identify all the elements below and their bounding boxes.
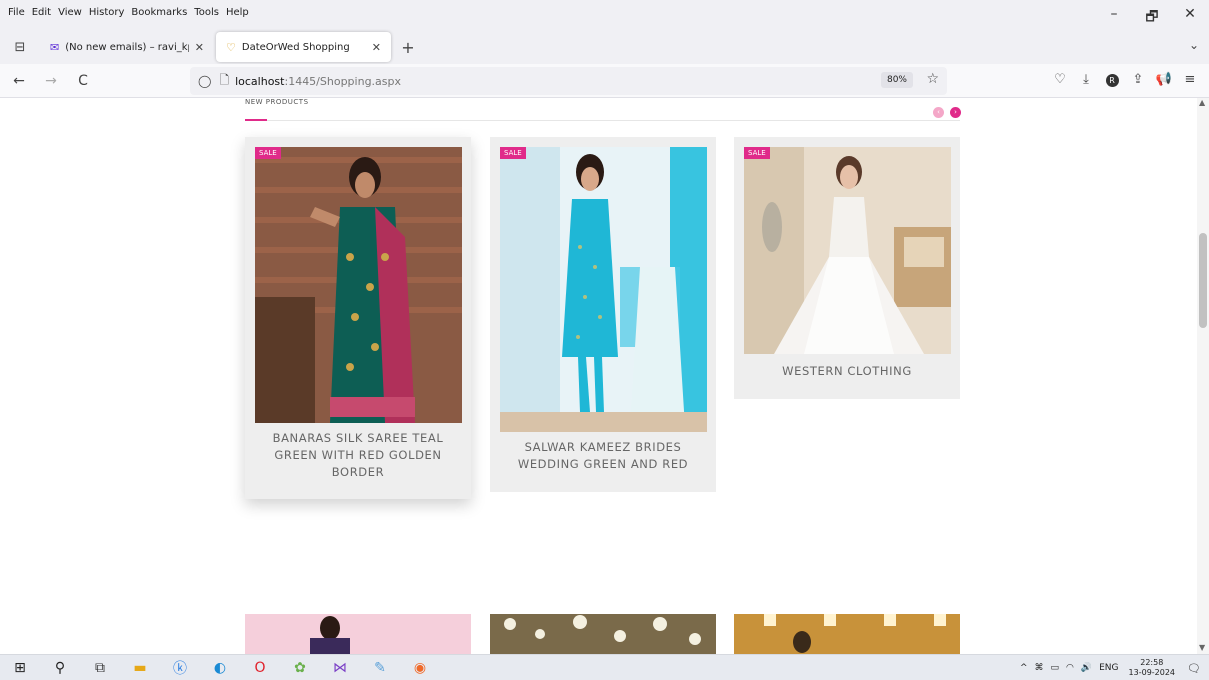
product-name[interactable]: BANARAS SILK SAREE TEAL GREEN WITH RED G… [245, 430, 471, 481]
scrollbar-thumb[interactable] [1199, 233, 1207, 328]
product-card[interactable]: SALE SALWAR KAMEEZ BRIDES WEDDING GREEN … [490, 137, 716, 492]
visual-studio-icon[interactable]: ⋈ [320, 660, 360, 676]
product-image-salwar[interactable] [500, 147, 707, 432]
window-controls: – 🗗 ✕ [1095, 6, 1209, 30]
close-tab-icon[interactable]: ✕ [195, 41, 204, 54]
page-content: NEW PRODUCTS ‹ › SALE BANARAS SILK SAREE… [0, 98, 1197, 654]
menu-file[interactable]: File [8, 7, 25, 18]
file-explorer-icon[interactable]: ▬ [120, 660, 160, 676]
navigation-bar: ← → C ◯ 🗋 localhost :1445/Shopping.aspx … [0, 64, 1209, 98]
pocket-icon[interactable]: ♡ [1047, 72, 1073, 87]
hamburger-menu-icon[interactable]: ≡ [1177, 72, 1203, 87]
menu-view[interactable]: View [58, 7, 82, 18]
task-view-icon[interactable]: ⧉ [80, 660, 120, 676]
section-accent-line [245, 119, 267, 121]
firefox-icon[interactable]: ◉ [400, 660, 440, 676]
new-tab-button[interactable]: + [393, 38, 423, 57]
chevron-down-icon[interactable]: ⌄ [1189, 38, 1199, 52]
tray-chevron-icon[interactable]: ^ [1020, 663, 1028, 673]
notification-icon[interactable]: 🗨 [1187, 662, 1201, 675]
sale-badge: SALE [255, 147, 281, 159]
menu-bar: File Edit View History Bookmarks Tools H… [0, 0, 1209, 30]
clock-date: 13-09-2024 [1128, 668, 1176, 677]
product-card[interactable]: SALE WESTERN CLOTHING [734, 137, 960, 399]
forward-button[interactable]: → [38, 73, 64, 89]
windows-taskbar: ⊞ ⚲ ⧉ ▬ ⓚ ◐ O ✿ ⋈ ✎ ◉ ^ ⌘ ▭ ◠ 🔊 ENG 22:5… [0, 654, 1209, 680]
back-button[interactable]: ← [6, 73, 32, 89]
clock[interactable]: 22:58 13-09-2024 [1129, 658, 1176, 678]
clock-time: 22:58 [1140, 658, 1164, 667]
toolbar-icons: ♡ ⤓ R ⇪ 📢 ≡ [1047, 72, 1203, 87]
sale-badge: SALE [744, 147, 770, 159]
sale-badge: SALE [500, 147, 526, 159]
url-path: :1445/Shopping.aspx [284, 74, 402, 88]
edge-icon[interactable]: ◐ [200, 660, 240, 676]
close-tab-icon[interactable]: ✕ [372, 41, 381, 54]
tab-shopping[interactable]: ♡ DateOrWed Shopping ✕ [216, 32, 391, 62]
menu-bookmarks[interactable]: Bookmarks [131, 7, 187, 18]
close-window-button[interactable]: ✕ [1171, 6, 1209, 30]
shield-icon[interactable]: ◯ [198, 74, 211, 88]
vertical-scrollbar[interactable]: ▲ ▼ [1197, 98, 1209, 654]
share-icon[interactable]: ⇪ [1125, 72, 1151, 87]
tab-bar: ⊟ ✉ (No new emails) – ravi_kp_com ✕ ♡ Da… [0, 30, 1209, 64]
minimize-button[interactable]: – [1095, 6, 1133, 30]
battery-icon[interactable]: ▭ [1051, 663, 1060, 673]
url-host: localhost [235, 74, 285, 88]
heart-icon: ♡ [226, 40, 236, 54]
carousel-prev-button[interactable]: ‹ [933, 107, 944, 118]
product-card[interactable]: SALE BANARAS SILK SAREE TEAL GREEN WITH … [245, 137, 471, 499]
mail-icon: ✉ [50, 40, 60, 54]
product-image-western[interactable] [744, 147, 951, 354]
system-tray: ^ ⌘ ▭ ◠ 🔊 ENG 22:58 13-09-2024 🗨 [1013, 658, 1201, 678]
product-image-saree[interactable] [255, 147, 462, 423]
tab-shopping-label: DateOrWed Shopping [241, 41, 350, 53]
url-bar[interactable]: ◯ 🗋 localhost :1445/Shopping.aspx 80% ☆ [190, 67, 947, 95]
section-title: NEW PRODUCTS [245, 98, 309, 106]
language-indicator[interactable]: ENG [1099, 663, 1118, 673]
product-image-partial[interactable] [490, 614, 716, 654]
scroll-down-icon[interactable]: ▼ [1199, 643, 1205, 652]
page-icon: 🗋 [219, 72, 230, 87]
k-app-icon[interactable]: ⓚ [160, 658, 200, 678]
paint-icon[interactable]: ✿ [280, 660, 320, 676]
product-name[interactable]: SALWAR KAMEEZ BRIDES WEDDING GREEN AND R… [490, 439, 716, 473]
tab-list-icon[interactable]: ⊟ [0, 40, 40, 55]
zoom-level[interactable]: 80% [880, 72, 913, 88]
megaphone-icon[interactable]: 📢 [1151, 72, 1177, 87]
product-image-partial[interactable] [245, 614, 471, 654]
profile-badge: R [1105, 74, 1119, 87]
tool-icon[interactable]: ✎ [360, 660, 400, 676]
carousel-next-button[interactable]: › [950, 107, 961, 118]
scroll-up-icon[interactable]: ▲ [1199, 98, 1205, 107]
reload-button[interactable]: C [70, 73, 96, 89]
menu-edit[interactable]: Edit [32, 7, 51, 18]
menu-help[interactable]: Help [226, 7, 249, 18]
network-icon[interactable]: ⌘ [1035, 663, 1044, 673]
tab-email-label: (No new emails) – ravi_kp_com [65, 41, 189, 53]
menu-history[interactable]: History [89, 7, 125, 18]
volume-icon[interactable]: 🔊 [1081, 663, 1092, 673]
restore-button[interactable]: 🗗 [1133, 6, 1171, 30]
download-icon[interactable]: ⤓ [1073, 72, 1099, 87]
menu-tools[interactable]: Tools [194, 7, 219, 18]
profile-icon[interactable]: R [1099, 72, 1125, 87]
search-icon[interactable]: ⚲ [40, 660, 80, 676]
wifi-icon[interactable]: ◠ [1066, 663, 1074, 673]
product-image-partial[interactable] [734, 614, 960, 654]
section-divider [245, 120, 960, 121]
opera-icon[interactable]: O [240, 660, 280, 676]
windows-start-icon[interactable]: ⊞ [0, 660, 40, 676]
bookmark-star-icon[interactable]: ☆ [926, 71, 939, 87]
tab-email[interactable]: ✉ (No new emails) – ravi_kp_com ✕ [40, 32, 214, 62]
product-name[interactable]: WESTERN CLOTHING [734, 363, 960, 380]
